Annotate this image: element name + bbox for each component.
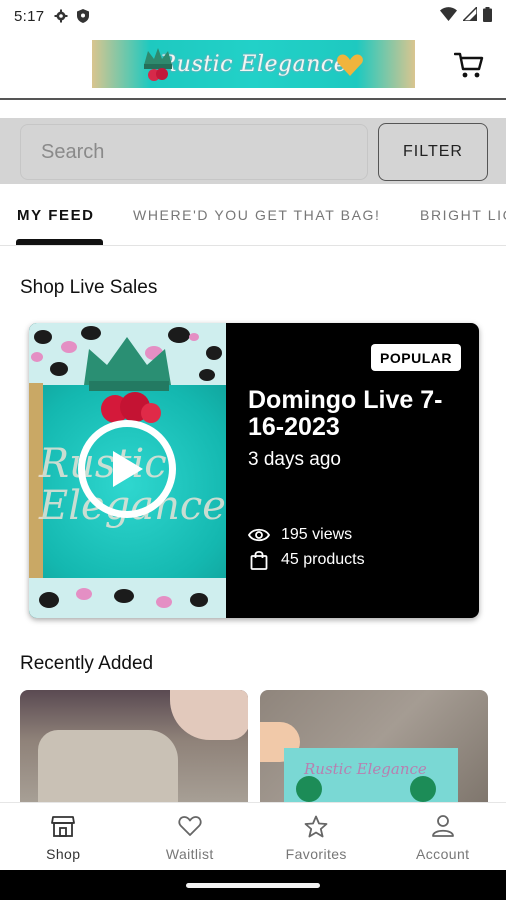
- person-icon: [430, 813, 456, 839]
- play-button[interactable]: [78, 420, 176, 518]
- heart-logo-icon: [337, 54, 363, 76]
- product-tag-text: Rustic Elegance: [304, 760, 427, 778]
- app-header: Rustic Elegance: [0, 32, 506, 98]
- live-sale-time: 3 days ago: [248, 449, 341, 470]
- product-image-earring: [410, 776, 436, 802]
- battery-icon: [483, 6, 492, 26]
- crown-icon: [144, 48, 172, 81]
- nav-account[interactable]: Account: [380, 803, 506, 870]
- tab-whered-you-get-that-bag[interactable]: WHERE'D YOU GET THAT BAG!: [133, 207, 381, 223]
- nav-waitlist[interactable]: Waitlist: [127, 803, 254, 870]
- play-icon: [113, 451, 143, 487]
- popular-badge: POPULAR: [371, 344, 461, 371]
- nav-account-label: Account: [416, 846, 470, 862]
- thumb-leopard-top: [29, 323, 226, 385]
- brand-logo[interactable]: Rustic Elegance: [92, 40, 415, 88]
- products-count: 45 products: [281, 551, 365, 568]
- search-bar: Search FILTER: [0, 118, 506, 184]
- status-time: 5:17: [14, 7, 45, 25]
- shield-icon: [76, 9, 90, 23]
- live-sale-title: Domingo Live 7-16-2023: [248, 386, 443, 441]
- tab-my-feed[interactable]: MY FEED: [17, 207, 95, 224]
- wifi-icon: [440, 7, 457, 25]
- products-stat: 45 products: [248, 550, 365, 570]
- views-count: 195 views: [281, 526, 353, 543]
- filter-button[interactable]: FILTER: [378, 123, 488, 181]
- cart-icon: [454, 52, 484, 78]
- search-input[interactable]: Search: [20, 124, 368, 180]
- nav-shop[interactable]: Shop: [0, 803, 127, 870]
- product-image-figure: [170, 690, 248, 740]
- status-indicators: [440, 5, 492, 26]
- status-bar: 5:17: [0, 0, 506, 32]
- shopping-bag-icon: [248, 550, 270, 570]
- nav-shop-label: Shop: [46, 846, 81, 862]
- cart-button[interactable]: [452, 50, 486, 80]
- active-tab-indicator: [16, 239, 103, 245]
- live-sale-thumbnail[interactable]: Rustic Elegance: [29, 323, 226, 618]
- header-divider: [0, 98, 506, 100]
- system-gesture-bar: [0, 870, 506, 900]
- thumb-leopard-bottom: [29, 578, 226, 618]
- logo-text: Rustic Elegance: [159, 51, 348, 77]
- heart-icon: [177, 813, 203, 839]
- views-stat: 195 views: [248, 525, 352, 545]
- tab-bright-lights[interactable]: BRIGHT LIG: [420, 207, 506, 223]
- live-sale-card[interactable]: Rustic Elegance POPULAR Domingo Live 7-1…: [29, 323, 479, 618]
- recent-product-card[interactable]: [20, 690, 248, 802]
- section-title-recently-added: Recently Added: [20, 653, 154, 674]
- product-image-pillow: [38, 730, 178, 802]
- section-title-live-sales: Shop Live Sales: [20, 277, 158, 298]
- bottom-navigation: Shop Waitlist Favorites Account: [0, 802, 506, 870]
- gesture-handle[interactable]: [186, 883, 320, 888]
- shop-icon: [50, 813, 76, 839]
- feed-tabs: MY FEED WHERE'D YOU GET THAT BAG! BRIGHT…: [0, 190, 506, 246]
- nav-favorites-label: Favorites: [285, 846, 347, 862]
- nav-favorites[interactable]: Favorites: [253, 803, 380, 870]
- product-image-earring: [296, 776, 322, 802]
- signal-icon: [461, 5, 478, 25]
- settings-gear-icon: [54, 9, 68, 23]
- recent-product-card[interactable]: Rustic Elegance: [260, 690, 488, 802]
- eye-icon: [248, 525, 270, 545]
- nav-waitlist-label: Waitlist: [165, 846, 214, 862]
- star-icon: [303, 813, 329, 839]
